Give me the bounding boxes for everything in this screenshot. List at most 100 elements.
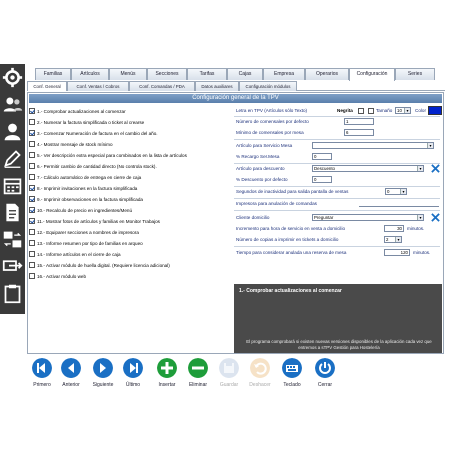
- divider: [234, 163, 440, 164]
- tab-articulos[interactable]: Artículos: [71, 68, 109, 80]
- checkbox[interactable]: [29, 119, 35, 125]
- negrita-checkbox[interactable]: [358, 108, 364, 114]
- gear-icon[interactable]: [2, 67, 23, 88]
- last-button[interactable]: Último: [118, 358, 148, 394]
- impresora-anul-input[interactable]: [359, 200, 439, 207]
- option-label: 7.- Cálculo automático de entrega en cie…: [37, 174, 142, 180]
- checkbox[interactable]: [29, 218, 35, 224]
- option-row[interactable]: 7.- Cálculo automático de entrega en cie…: [29, 173, 141, 181]
- document-icon[interactable]: [2, 202, 23, 223]
- anulada-input[interactable]: 120: [384, 249, 410, 256]
- option-row[interactable]: 15.- Activar módulo de huella digital. (…: [29, 261, 170, 269]
- option-label: 1.- Comprobar actualizaciones al comenza…: [37, 108, 126, 114]
- first-button[interactable]: Primero: [27, 358, 57, 394]
- edit-icon[interactable]: [2, 148, 23, 169]
- calendar-icon[interactable]: [2, 175, 23, 196]
- option-row[interactable]: 2.- Numerar la factura simplificada o ti…: [29, 118, 144, 126]
- checkbox[interactable]: [29, 185, 35, 191]
- option-row[interactable]: 16.- Activar módulo web: [29, 272, 86, 280]
- option-row[interactable]: 3.- Comenzar Numeración de factura en el…: [29, 129, 158, 137]
- checkbox[interactable]: [29, 108, 35, 114]
- checkbox[interactable]: [29, 130, 35, 136]
- checkbox[interactable]: [29, 174, 35, 180]
- previous-button[interactable]: Anterior: [56, 358, 86, 394]
- tab-empresa[interactable]: Empresa: [263, 68, 305, 80]
- keyboard-button[interactable]: Teclado: [277, 358, 307, 394]
- tamano-label: Tamaño: [376, 108, 393, 113]
- divider: [234, 210, 440, 211]
- tamano-select[interactable]: 10 ▾: [395, 107, 411, 114]
- tab-familias[interactable]: Familias: [35, 68, 71, 80]
- tab-secciones[interactable]: Secciones: [147, 68, 187, 80]
- option-row[interactable]: 8.- Imprimir invitaciones en la factura …: [29, 184, 137, 192]
- descuento-art-select[interactable]: Descuento ▾: [312, 165, 424, 172]
- option-row[interactable]: 13.- Informe resumen por tipo de familia…: [29, 239, 143, 247]
- undo-button[interactable]: Deshacer: [245, 358, 275, 394]
- close-button[interactable]: Cerrar: [310, 358, 340, 394]
- next-button[interactable]: Siguiente: [88, 358, 118, 394]
- copias-select[interactable]: 2 ▾: [384, 236, 402, 243]
- checkbox[interactable]: [29, 196, 35, 202]
- checkbox[interactable]: [29, 152, 35, 158]
- checkbox[interactable]: [29, 229, 35, 235]
- users-icon[interactable]: [2, 94, 23, 115]
- checkbox[interactable]: [29, 163, 35, 169]
- tools-icon[interactable]: [2, 256, 23, 277]
- comensales-mesa-input[interactable]: 6: [344, 129, 374, 136]
- option-row[interactable]: 1.- Comprobar actualizaciones al comenza…: [29, 107, 126, 115]
- clipboard-icon[interactable]: [2, 283, 23, 304]
- sidebar: [0, 64, 25, 314]
- comensales-defecto-input[interactable]: 1: [344, 118, 374, 125]
- descuento-pct-input[interactable]: 0: [312, 176, 332, 183]
- clear-icon[interactable]: [431, 213, 440, 222]
- color-label: Color: [415, 108, 426, 113]
- option-row[interactable]: 12.- Equiparer secciones a nombres de im…: [29, 228, 139, 236]
- tab-tarifas[interactable]: Tarifas: [187, 68, 227, 80]
- option-label: 12.- Equiparer secciones a nombres de im…: [37, 229, 139, 235]
- tamano-checkbox[interactable]: [368, 108, 374, 114]
- toolbar-label: Anterior: [62, 382, 80, 388]
- option-row[interactable]: 14.- Informe artículos en el cierre de c…: [29, 250, 121, 258]
- subtab-config-modulos[interactable]: Configuración módulos: [239, 81, 297, 91]
- negrita-label: Negrita: [337, 108, 353, 113]
- save-button[interactable]: Guardar: [214, 358, 244, 394]
- color-swatch[interactable]: [428, 106, 442, 115]
- subtab-conf-ventas[interactable]: Conf. Ventas / Cobros: [67, 81, 129, 91]
- option-label: 10.- Recalculo de precio en ingredientes…: [37, 207, 132, 213]
- option-row[interactable]: 10.- Recalculo de precio en ingredientes…: [29, 206, 132, 214]
- checkbox[interactable]: [29, 262, 35, 268]
- tab-cajas[interactable]: Cajas: [227, 68, 263, 80]
- insert-button[interactable]: Insertar: [152, 358, 182, 394]
- chevron-down-icon: ▾: [417, 215, 423, 220]
- transfer-icon[interactable]: [2, 229, 23, 250]
- subtab-datos-auxiliares[interactable]: Datos auxiliares: [195, 81, 239, 91]
- checkbox[interactable]: [29, 273, 35, 279]
- option-row[interactable]: 4.- Mostrar mensaje de stock mínimo: [29, 140, 113, 148]
- recargo-input[interactable]: 0: [312, 153, 332, 160]
- user-icon[interactable]: [2, 121, 23, 142]
- clear-icon[interactable]: [431, 164, 440, 173]
- toolbar-label: Insertar: [158, 382, 176, 388]
- tab-configuracion[interactable]: Configuración: [349, 68, 395, 81]
- inactividad-select[interactable]: 0 ▾: [385, 188, 407, 195]
- servicio-mesa-select[interactable]: ▾: [312, 142, 434, 149]
- tab-menus[interactable]: Menús: [109, 68, 147, 80]
- anulada-label: Tiempo para considerar anulada una reser…: [236, 250, 347, 255]
- help-title: 1.- Comprobar actualizaciones al comenza…: [239, 288, 342, 294]
- checkbox[interactable]: [29, 251, 35, 257]
- subtab-conf-general[interactable]: Conf. General: [27, 81, 67, 91]
- incremento-input[interactable]: 30: [384, 225, 404, 232]
- option-row[interactable]: 6.- Permitir cambio de cantidad directo …: [29, 162, 157, 170]
- checkbox[interactable]: [29, 207, 35, 213]
- tab-series[interactable]: Series: [395, 68, 435, 80]
- comensales-defecto-label: Número de comensales por defecto: [236, 119, 309, 124]
- tab-operarios[interactable]: Operarios: [305, 68, 349, 80]
- option-row[interactable]: 11.- Mostrar fotos de artículos y famili…: [29, 217, 160, 225]
- delete-button[interactable]: Eliminar: [183, 358, 213, 394]
- subtab-conf-comandas[interactable]: Conf. Comandas / PDA: [129, 81, 195, 91]
- option-row[interactable]: 5.- Ver descripción extra especial para …: [29, 151, 187, 159]
- option-row[interactable]: 9.- Imprimir observaciones en la factura…: [29, 195, 143, 203]
- checkbox[interactable]: [29, 141, 35, 147]
- checkbox[interactable]: [29, 240, 35, 246]
- cliente-dom-select[interactable]: Preguntar ▾: [312, 214, 424, 221]
